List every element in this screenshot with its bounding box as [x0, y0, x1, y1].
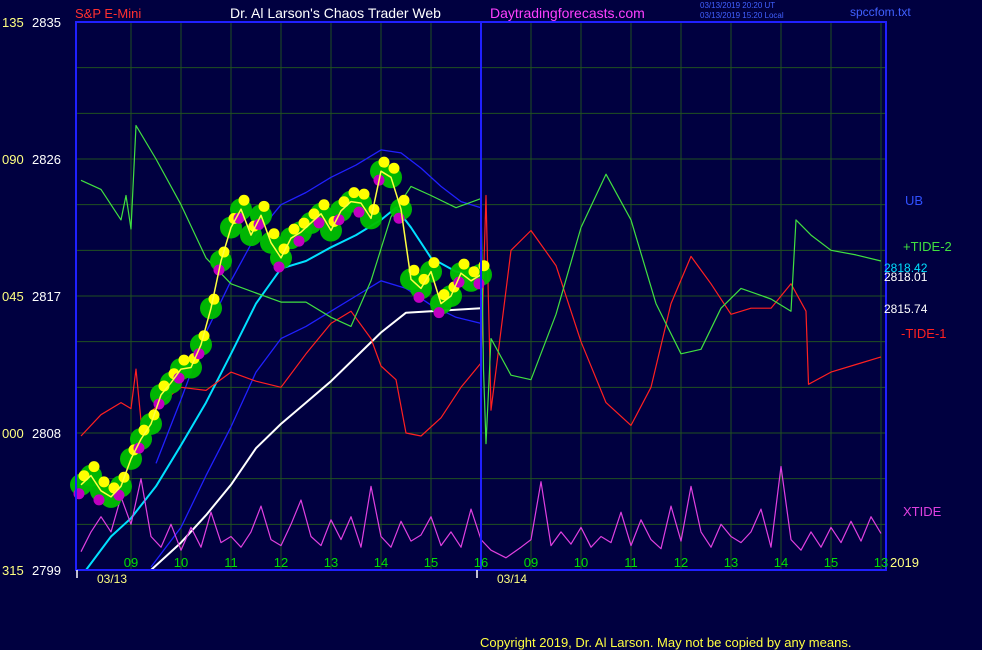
high-dot [378, 156, 390, 168]
high-dot [388, 162, 400, 174]
low-dot [473, 278, 485, 290]
price-axis-label: 2799 [32, 563, 61, 578]
date-label: 03/14 [497, 572, 527, 586]
high-dot [178, 354, 190, 366]
hour-tick-label: 13 [874, 555, 888, 570]
price-axis-label: 2835 [32, 15, 61, 30]
date-label: 03/13 [97, 572, 127, 586]
high-dot [318, 199, 330, 211]
left-axis-label: 090 [2, 152, 24, 167]
price-label-b: 2818.01 [884, 270, 928, 284]
chart-background [0, 0, 982, 650]
xtide-label: XTIDE [903, 504, 942, 519]
price-axis-label: 2817 [32, 289, 61, 304]
low-dot [273, 261, 285, 273]
copyright-notice: Copyright 2019, Dr. Al Larson. May not b… [480, 635, 851, 650]
tide2-label: +TIDE-2 [903, 239, 952, 254]
tide1-label: -TIDE-1 [901, 326, 947, 341]
hour-tick-label: 10 [174, 555, 188, 570]
left-axis-label: 315 [2, 563, 24, 578]
chart-svg: 09 10 11 12 13 14 15 16 09 10 11 12 13 14 15 13 03/13 03/… [0, 0, 982, 650]
high-dot [428, 257, 440, 269]
hour-tick-label: 09 [124, 555, 138, 570]
symbol-title: S&P E-Mini [75, 6, 141, 21]
high-dot [358, 188, 370, 200]
high-dot [468, 266, 480, 278]
high-dot [298, 217, 310, 229]
hour-tick-label: 11 [224, 555, 238, 570]
high-dot [238, 194, 250, 206]
high-dot [288, 223, 300, 235]
high-dot [258, 200, 270, 212]
hour-tick-label: 11 [624, 555, 638, 570]
hour-tick-label: 12 [674, 555, 688, 570]
site-url[interactable]: Daytradingforecasts.com [490, 5, 645, 21]
high-dot [338, 196, 350, 208]
hour-tick-label: 15 [824, 555, 838, 570]
low-dot [93, 494, 105, 506]
high-dot [78, 470, 90, 482]
timestamp-local: 03/13/2019 15:20 Local [700, 11, 784, 20]
hour-tick-label: 10 [574, 555, 588, 570]
high-dot [348, 187, 360, 199]
hour-tick-label: 09 [524, 555, 538, 570]
left-axis-label: 045 [2, 289, 24, 304]
timestamp-ut: 03/13/2019 20:20 UT [700, 1, 775, 10]
hour-tick-label: 15 [424, 555, 438, 570]
low-dot [293, 235, 305, 247]
hour-tick-label: 12 [274, 555, 288, 570]
site-title: Dr. Al Larson's Chaos Trader Web [230, 5, 441, 21]
data-file-name: spccfom.txt [850, 5, 911, 19]
hour-tick-label: 13 [324, 555, 338, 570]
high-dot [98, 476, 110, 488]
price-axis-label: 2808 [32, 426, 61, 441]
year-label: 2019 [890, 555, 919, 570]
price-label-c: 2815.74 [884, 302, 928, 316]
hour-tick-label: 13 [724, 555, 738, 570]
left-axis-label: 000 [2, 426, 24, 441]
left-axis-label: 135 [2, 15, 24, 30]
low-dot [433, 307, 445, 319]
high-dot [458, 258, 470, 270]
price-axis-label: 2826 [32, 152, 61, 167]
ub-label: UB [905, 193, 923, 208]
hour-tick-label: 16 [474, 555, 488, 570]
hour-tick-label: 14 [774, 555, 788, 570]
low-dot [353, 206, 365, 218]
hour-tick-label: 14 [374, 555, 388, 570]
high-dot [88, 461, 100, 473]
high-dot [268, 228, 280, 240]
low-dot [413, 291, 425, 303]
